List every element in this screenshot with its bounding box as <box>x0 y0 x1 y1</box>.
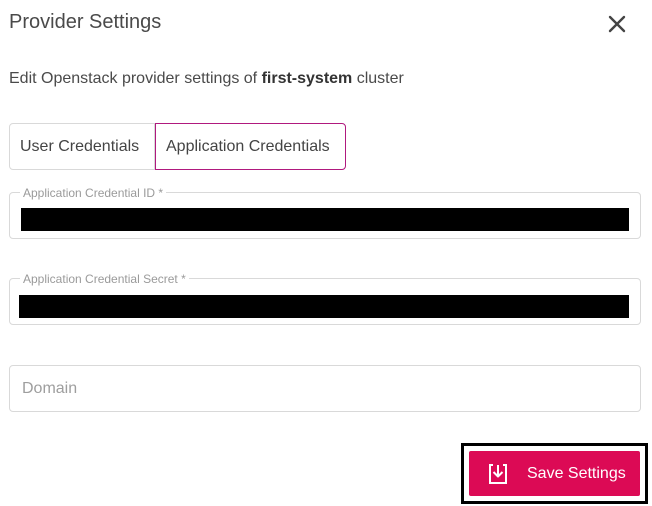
dialog-title: Provider Settings <box>9 11 162 33</box>
application-credential-id-label: Application Credential ID * <box>20 186 167 200</box>
domain-placeholder: Domain <box>22 380 78 397</box>
application-credential-secret-field[interactable]: Application Credential Secret * <box>9 272 641 325</box>
subtitle-prefix: Edit Openstack provider settings of <box>9 70 262 87</box>
application-credential-secret-label: Application Credential Secret * <box>20 272 189 286</box>
save-button-focus-ring: Save Settings <box>461 443 648 504</box>
save-settings-label: Save Settings <box>527 464 626 482</box>
cluster-name: first-system <box>261 70 353 87</box>
redacted-value <box>21 208 629 231</box>
domain-field[interactable]: Domain <box>9 365 641 412</box>
tab-user-credentials[interactable]: User Credentials <box>9 123 155 170</box>
credentials-tab-group: User Credentials Application Credentials <box>9 123 346 170</box>
download-save-icon <box>489 463 507 484</box>
dialog-subtitle: Edit Openstack provider settings of firs… <box>9 70 404 88</box>
tab-application-credentials[interactable]: Application Credentials <box>155 123 346 170</box>
redacted-value <box>19 295 629 318</box>
save-settings-button[interactable]: Save Settings <box>469 451 640 496</box>
close-icon[interactable] <box>606 13 628 35</box>
application-credential-id-field[interactable]: Application Credential ID * <box>9 186 641 239</box>
subtitle-suffix: cluster <box>352 70 404 87</box>
